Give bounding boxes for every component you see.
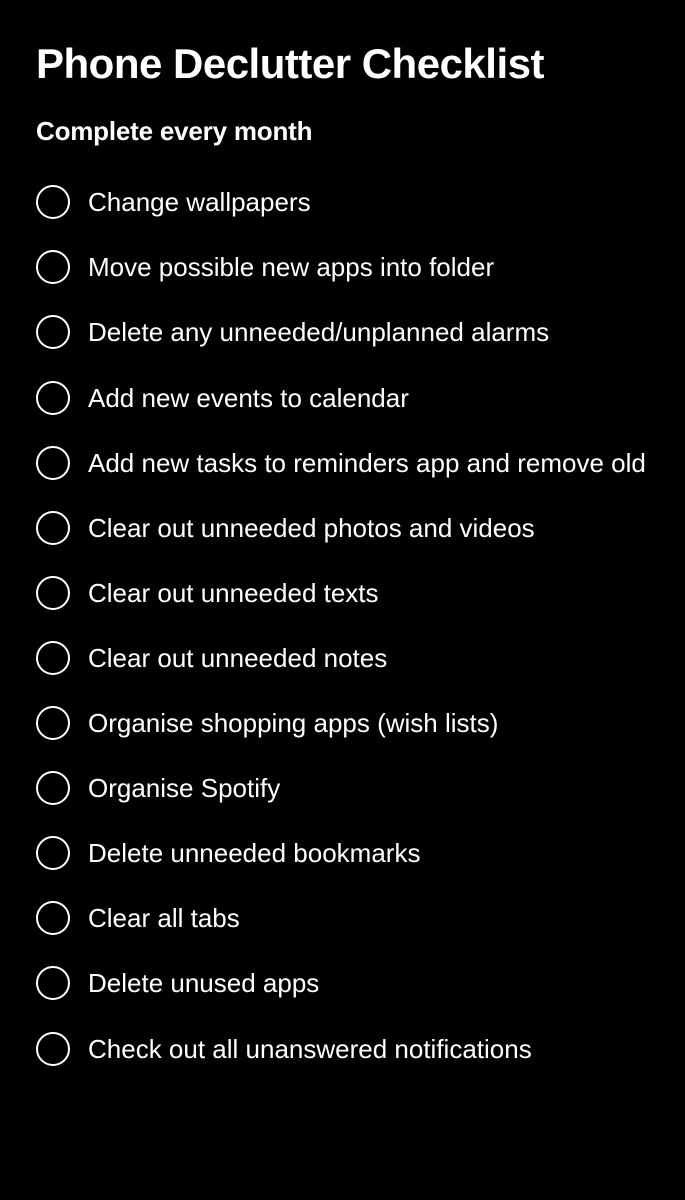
item-label-clear-texts: Clear out unneeded texts [88,574,379,611]
list-item: Add new events to calendar [36,365,649,430]
item-label-add-reminders: Add new tasks to reminders app and remov… [88,444,646,481]
item-label-organise-shopping: Organise shopping apps (wish lists) [88,704,498,741]
checkbox-delete-bookmarks[interactable] [36,836,70,870]
checkbox-delete-alarms[interactable] [36,315,70,349]
checkbox-clear-photos-videos[interactable] [36,511,70,545]
item-label-change-wallpapers: Change wallpapers [88,183,311,220]
list-item: Organise Spotify [36,755,649,820]
checkbox-clear-texts[interactable] [36,576,70,610]
checklist: Change wallpapers Move possible new apps … [36,169,649,1080]
item-label-delete-alarms: Delete any unneeded/unplanned alarms [88,313,549,350]
list-item: Check out all unanswered notifications [36,1016,649,1081]
list-item: Organise shopping apps (wish lists) [36,690,649,755]
item-label-move-apps-folder: Move possible new apps into folder [88,248,494,285]
list-item: Clear out unneeded photos and videos [36,495,649,560]
section-heading: Complete every month [36,116,649,147]
item-label-clear-photos-videos: Clear out unneeded photos and videos [88,509,535,546]
checkbox-clear-tabs[interactable] [36,901,70,935]
list-item: Clear out unneeded notes [36,625,649,690]
list-item: Change wallpapers [36,169,649,234]
item-label-organise-spotify: Organise Spotify [88,769,280,806]
checkbox-add-calendar-events[interactable] [36,381,70,415]
list-item: Add new tasks to reminders app and remov… [36,430,649,495]
item-label-add-calendar-events: Add new events to calendar [88,379,409,416]
item-label-delete-bookmarks: Delete unneeded bookmarks [88,834,420,871]
checkbox-organise-shopping[interactable] [36,706,70,740]
item-label-clear-tabs: Clear all tabs [88,899,240,936]
list-item: Clear out unneeded texts [36,560,649,625]
checkbox-clear-notes[interactable] [36,641,70,675]
checkbox-add-reminders[interactable] [36,446,70,480]
list-item: Clear all tabs [36,885,649,950]
list-item: Delete unneeded bookmarks [36,820,649,885]
page-title: Phone Declutter Checklist [36,40,649,88]
list-item: Move possible new apps into folder [36,234,649,299]
checkbox-organise-spotify[interactable] [36,771,70,805]
checkbox-move-apps-folder[interactable] [36,250,70,284]
list-item: Delete any unneeded/unplanned alarms [36,299,649,364]
checkbox-delete-unused-apps[interactable] [36,966,70,1000]
item-label-delete-unused-apps: Delete unused apps [88,964,319,1001]
item-label-clear-notes: Clear out unneeded notes [88,639,387,676]
checkbox-change-wallpapers[interactable] [36,185,70,219]
list-item: Delete unused apps [36,950,649,1015]
checkbox-check-notifications[interactable] [36,1032,70,1066]
item-label-check-notifications: Check out all unanswered notifications [88,1030,532,1067]
